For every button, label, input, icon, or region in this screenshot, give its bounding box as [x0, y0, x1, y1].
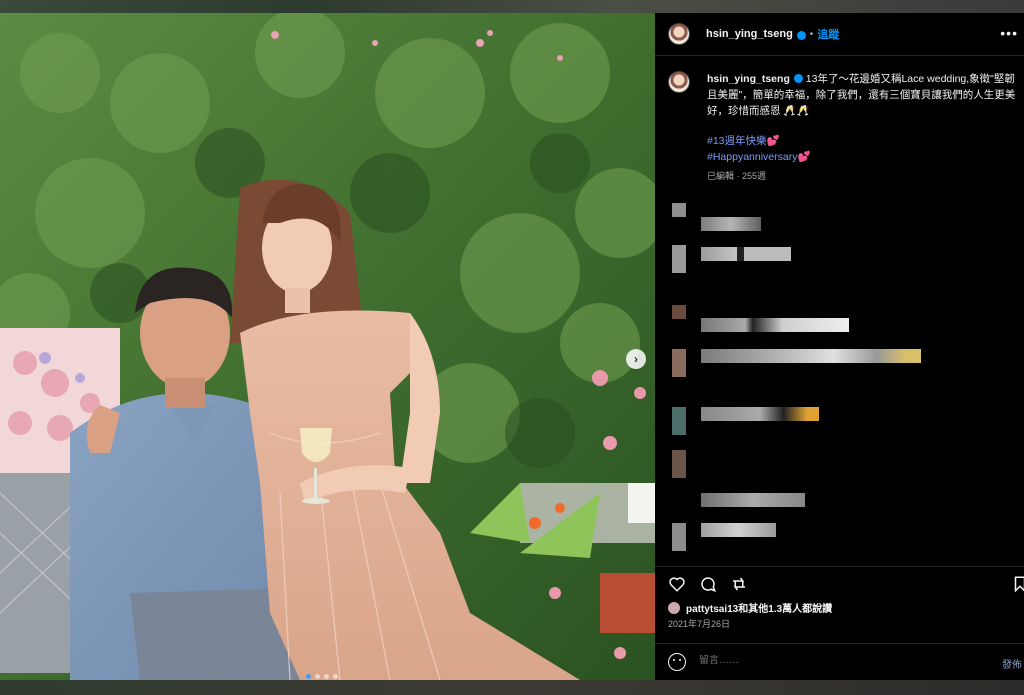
follow-button[interactable]: 追蹤: [817, 26, 839, 42]
censored-avatar: [672, 349, 686, 377]
hashtag-link[interactable]: #Happyanniversary💕: [707, 149, 1018, 165]
post-caption: hsin_ying_tseng 13年了～花邊婚又稱Lace wedding,象…: [668, 71, 1018, 182]
like-summary[interactable]: pattytsai13和其他1.3萬人都說讚: [668, 600, 832, 615]
hashtag-link[interactable]: #13週年快樂💕: [707, 133, 1018, 149]
verified-icon: [796, 30, 806, 40]
post-photo: ›: [0, 13, 655, 680]
carousel-dot[interactable]: [333, 674, 338, 679]
comment-composer: 發佈: [655, 643, 1024, 680]
censored-avatar: [672, 523, 686, 551]
caption-avatar[interactable]: [668, 71, 690, 93]
comment-input[interactable]: [699, 655, 949, 666]
censored-text: [701, 318, 849, 332]
more-icon[interactable]: •••: [1000, 25, 1018, 41]
post-sidebar: hsin_ying_tseng • 追蹤 ••• hsin_ying_tseng…: [655, 13, 1024, 680]
background-strip-bottom: [0, 680, 1024, 695]
dot-separator: •: [809, 28, 814, 40]
carousel-dot[interactable]: [306, 674, 311, 679]
censored-avatar: [672, 203, 686, 217]
carousel-dot[interactable]: [324, 674, 329, 679]
author-avatar[interactable]: [668, 23, 690, 45]
comments-list-censored: [655, 193, 1024, 568]
censored-avatar: [672, 407, 686, 435]
post-date: 2021年7月26日: [668, 619, 731, 629]
post-header: hsin_ying_tseng • 追蹤 •••: [655, 13, 1024, 56]
like-summary-text: pattytsai13和其他1.3萬人都說讚: [686, 604, 833, 615]
censored-text: [701, 247, 791, 261]
hashtag-list: #13週年快樂💕 #Happyanniversary💕: [707, 133, 1018, 165]
censored-avatar: [672, 245, 686, 273]
author-username[interactable]: hsin_ying_tseng: [706, 28, 793, 40]
action-bar: [655, 566, 1024, 594]
censored-text: [701, 523, 776, 537]
carousel-dot[interactable]: [315, 674, 320, 679]
post-comment-button[interactable]: 發佈: [1002, 656, 1022, 671]
screenshot-frame: › hsin_ying_tseng • 追蹤 ••• hsin_ying_tse…: [0, 0, 1024, 695]
censored-text: [701, 217, 761, 231]
heart-icon[interactable]: [668, 575, 686, 593]
censored-avatar: [672, 305, 686, 319]
verified-icon: [793, 74, 803, 83]
carousel-next-button[interactable]: ›: [626, 349, 646, 369]
emoji-icon[interactable]: [668, 653, 686, 671]
share-icon[interactable]: [730, 575, 748, 593]
background-strip-top: [0, 0, 1024, 13]
censored-text: [701, 349, 921, 363]
liker-avatar: [668, 601, 680, 614]
censored-text: [701, 493, 805, 507]
bookmark-icon[interactable]: [1011, 575, 1024, 593]
censored-avatar: [672, 450, 686, 478]
carousel-dots: [306, 674, 338, 679]
photo-illustration: [0, 13, 655, 680]
caption-meta: 已編輯 · 255週: [707, 171, 767, 181]
caption-text: hsin_ying_tseng 13年了～花邊婚又稱Lace wedding,象…: [707, 71, 1018, 119]
caption-username[interactable]: hsin_ying_tseng: [707, 73, 790, 85]
comment-icon[interactable]: [699, 575, 717, 593]
censored-text: [701, 407, 819, 421]
